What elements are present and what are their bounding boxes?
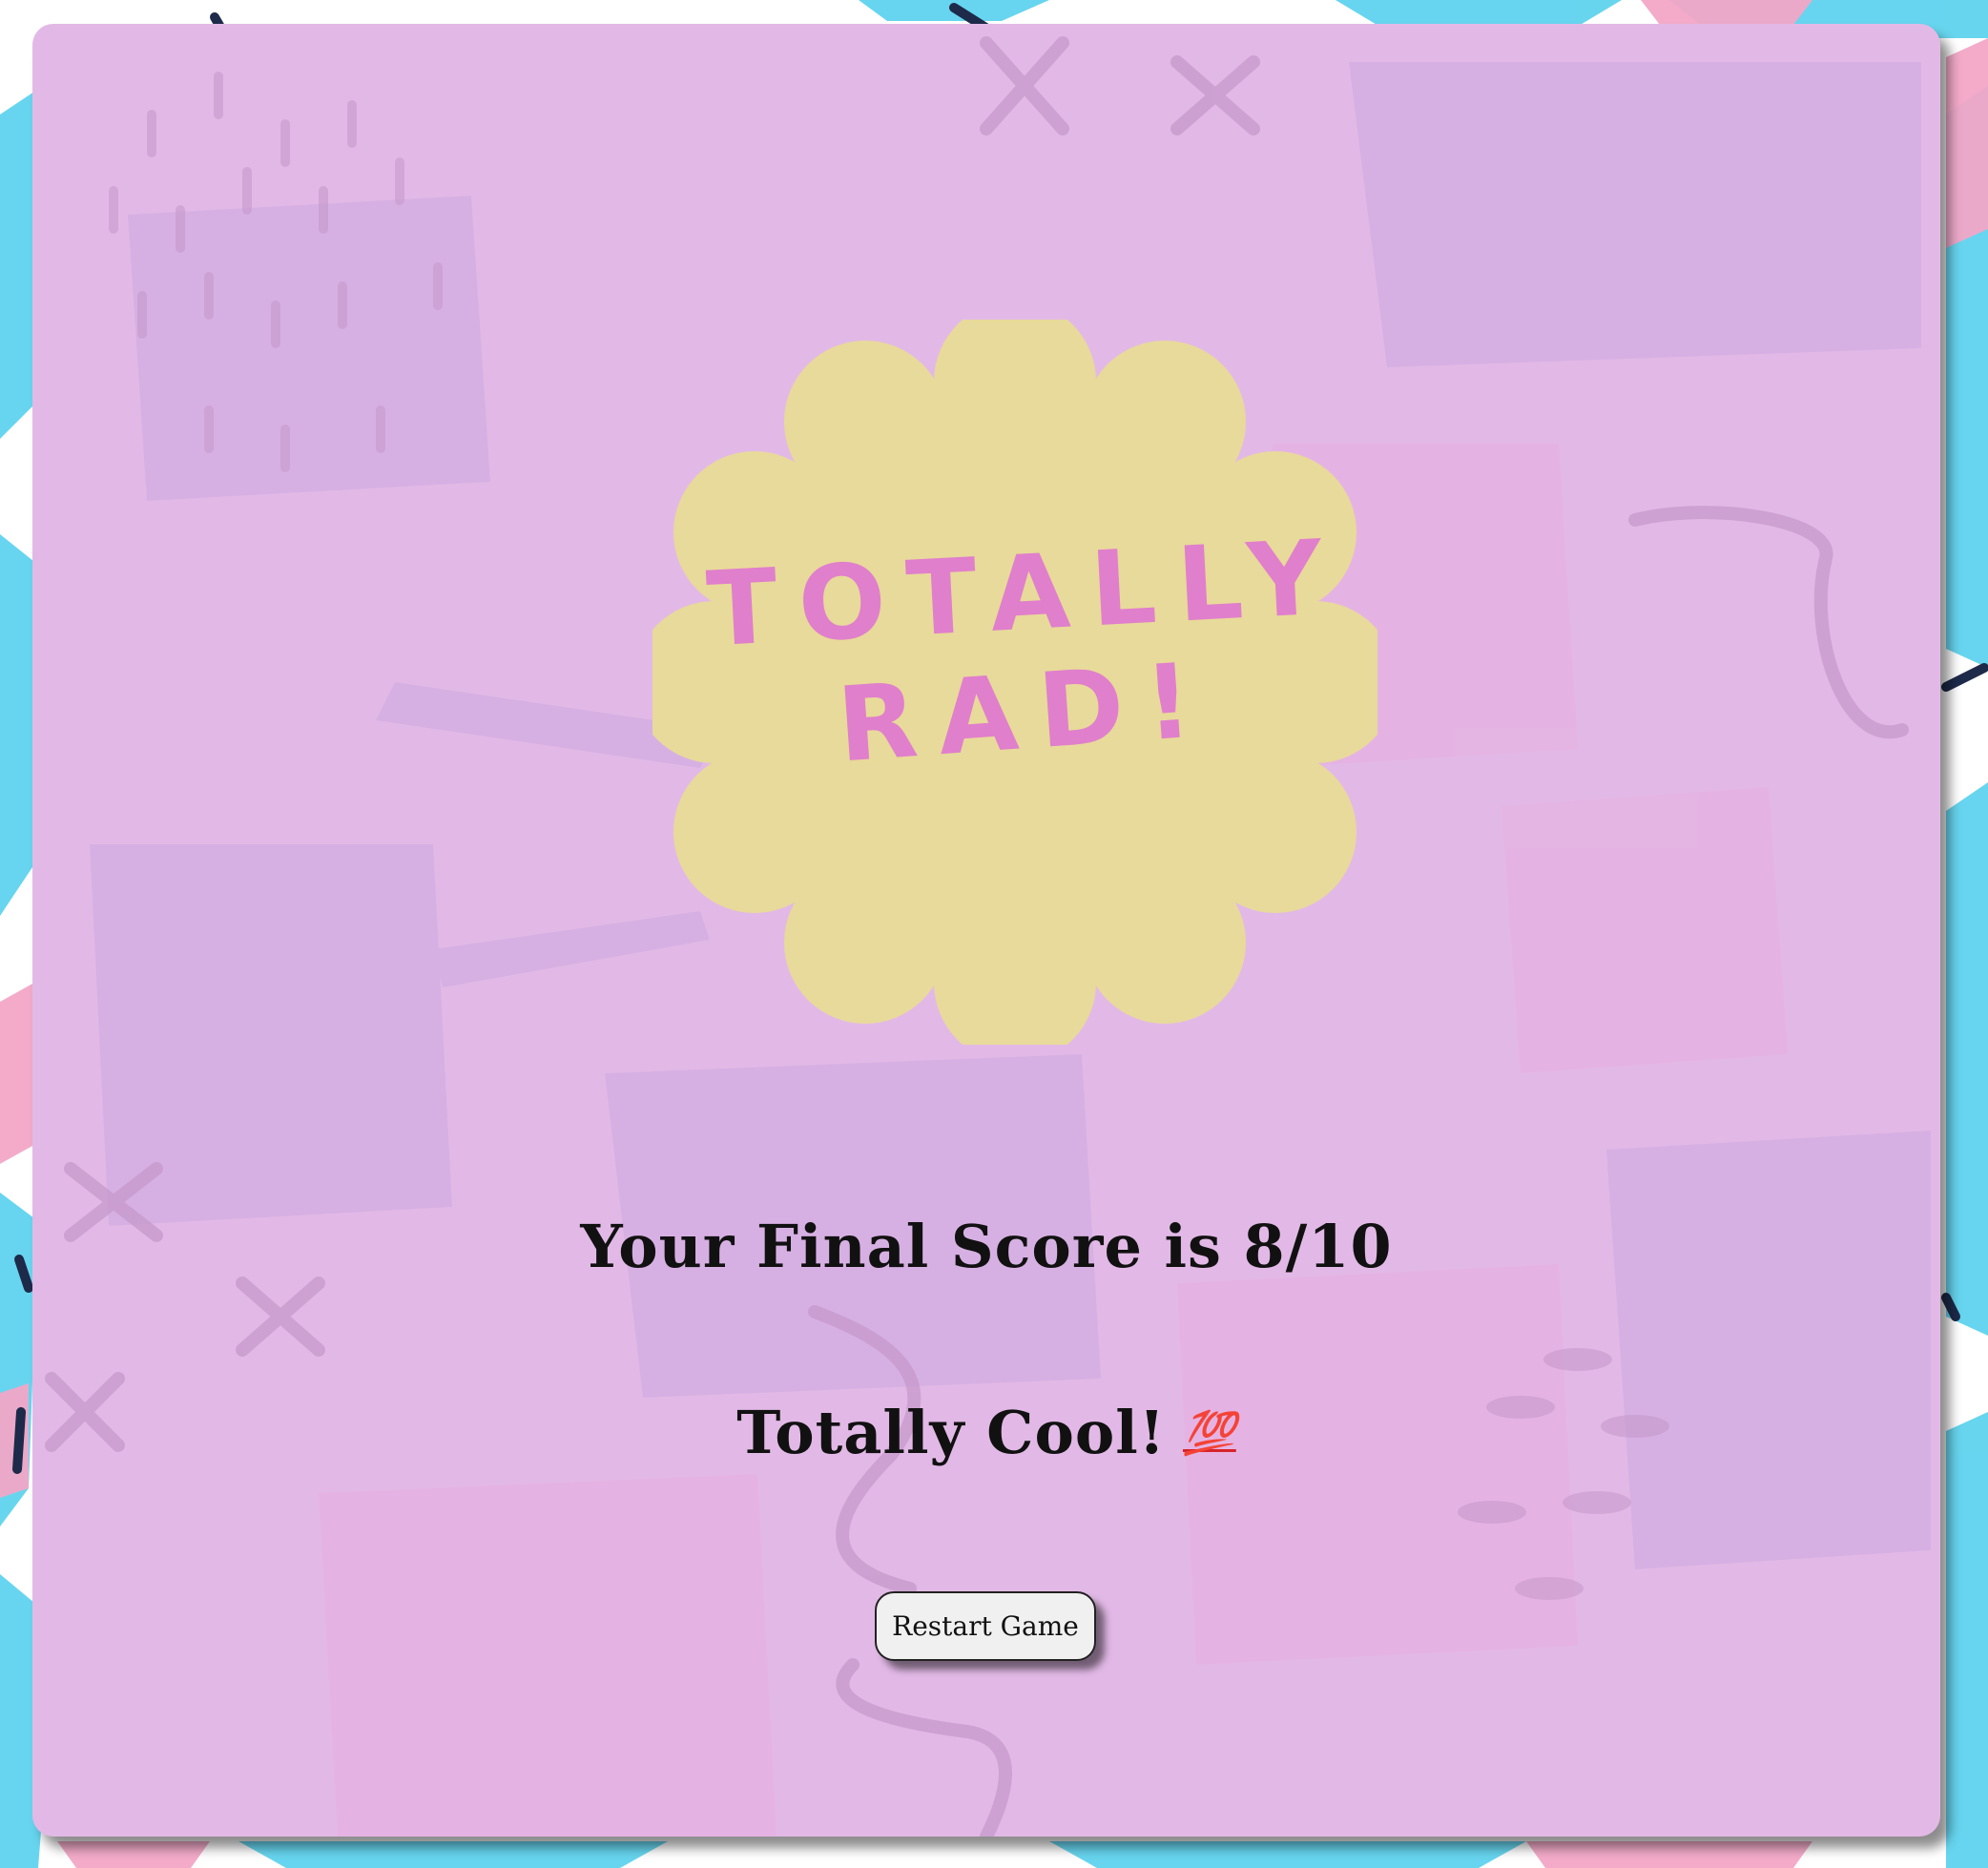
badge-text: TOTALLY RAD! <box>652 320 1377 1045</box>
badge-line-2: RAD! <box>834 640 1217 786</box>
hundred-points-icon: 💯 <box>1182 1409 1236 1458</box>
result-card: TOTALLY RAD! Your Final Score is 8/10 To… <box>32 24 1940 1837</box>
score-comment: Totally Cool! 💯 <box>32 1398 1940 1467</box>
score-comment-text: Totally Cool! <box>736 1398 1166 1467</box>
badge-line-1: TOTALLY <box>704 517 1347 670</box>
final-score-text: Your Final Score is 8/10 <box>580 1212 1393 1281</box>
totally-rad-badge: TOTALLY RAD! <box>652 320 1377 1045</box>
restart-game-button[interactable]: Restart Game <box>875 1591 1096 1661</box>
